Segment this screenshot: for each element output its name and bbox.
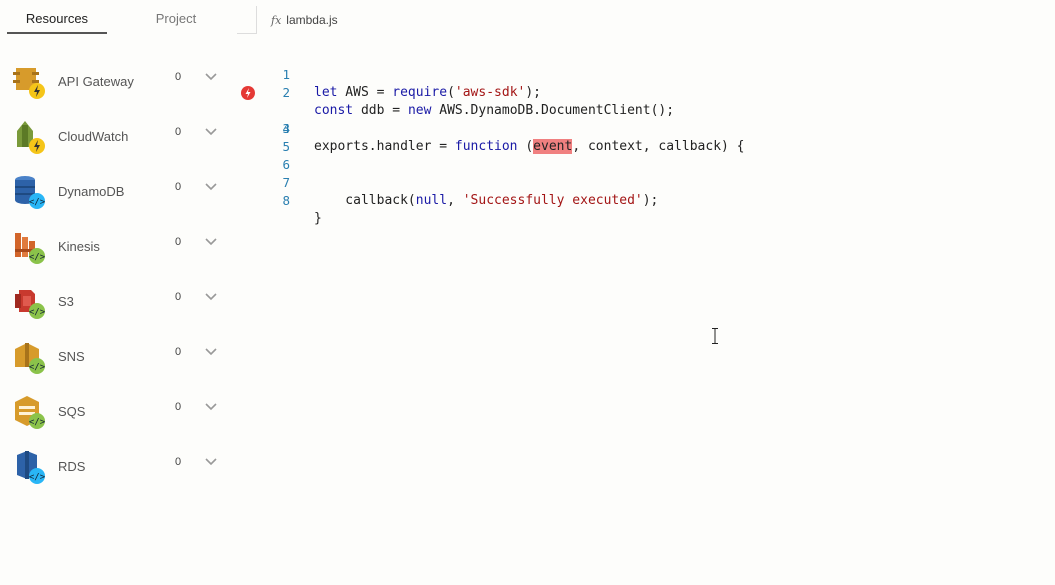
svg-text:</>: </> (29, 308, 46, 318)
code-area[interactable]: 1 let AWS = require('aws-sdk'); 2 const … (241, 48, 1055, 226)
code-text: callback(null, 'Successfully executed'); (314, 193, 659, 208)
dynamodb-icon: </> (15, 176, 46, 209)
resource-label: S3 (58, 294, 74, 309)
tab-divider (237, 33, 256, 34)
svg-text:</>: </> (29, 253, 46, 263)
resource-label: RDS (58, 459, 86, 474)
code-line: 2 const ddb = new AWS.DynamoDB.DocumentC… (256, 66, 1055, 118)
resource-item-rds[interactable]: </> RDS 0 (0, 439, 237, 494)
resource-item-sqs[interactable]: </> SQS 0 (0, 384, 237, 439)
tab-resources[interactable]: Resources (7, 0, 107, 34)
lightning-error-icon[interactable] (241, 86, 255, 100)
code-text: } (314, 211, 322, 226)
svg-text:</>: </> (29, 418, 46, 428)
code-line: 8 } (256, 174, 1055, 226)
resource-item-dynamodb[interactable]: </> DynamoDB 0 (0, 164, 237, 219)
code-line: 4 (256, 102, 1055, 136)
resource-item-api-gateway[interactable]: API Gateway 0 (0, 54, 237, 109)
tab-project[interactable]: Project (126, 0, 226, 34)
resource-count: 0 (175, 346, 182, 358)
code-editor[interactable]: fx lambda.js 1 let AWS = require('aws-sdk… (241, 0, 1055, 585)
editor-tab-lambda[interactable]: fx lambda.js (256, 6, 352, 34)
resource-label: SNS (58, 349, 85, 364)
chevron-down-icon[interactable] (204, 347, 218, 357)
s3-icon: </> (15, 290, 46, 319)
rds-icon: </> (17, 451, 46, 484)
chevron-down-icon[interactable] (204, 182, 218, 192)
code-line: 5 (256, 120, 1055, 154)
resource-count: 0 (175, 456, 182, 468)
sqs-icon: </> (15, 396, 46, 429)
resource-count: 0 (175, 236, 182, 248)
resource-count: 0 (175, 71, 182, 83)
resource-item-sns[interactable]: </> SNS 0 (0, 329, 237, 384)
code-line: 6 (256, 138, 1055, 172)
resource-count: 0 (175, 401, 182, 413)
resource-count: 0 (175, 291, 182, 303)
resource-list: API Gateway 0 CloudWatch 0 </> DynamoDB … (0, 54, 237, 494)
resource-item-kinesis[interactable]: </> Kinesis 0 (0, 219, 237, 274)
resource-label: SQS (58, 404, 86, 419)
sns-icon: </> (15, 343, 46, 374)
chevron-down-icon[interactable] (204, 127, 218, 137)
line-number: 8 (282, 193, 290, 208)
resource-label: Kinesis (58, 239, 100, 254)
code-line: 3 exports.handler = function (event, con… (241, 84, 1055, 154)
svg-text:</>: </> (29, 198, 46, 208)
code-line: 1 let AWS = require('aws-sdk'); (256, 48, 1055, 100)
resource-item-s3[interactable]: </> S3 0 (0, 274, 237, 329)
resource-label: DynamoDB (58, 184, 125, 199)
code-line: 7 callback(null, 'Successfully executed'… (256, 156, 1055, 208)
chevron-down-icon[interactable] (204, 72, 218, 82)
resource-label: CloudWatch (58, 129, 129, 144)
editor-tab-label: lambda.js (286, 13, 338, 27)
chevron-down-icon[interactable] (204, 402, 218, 412)
cloudwatch-icon (17, 121, 45, 154)
chevron-down-icon[interactable] (204, 237, 218, 247)
sidebar: Resources Project API Gateway 0 CloudWat… (0, 0, 237, 585)
sidebar-tabs: Resources Project (0, 0, 237, 34)
resource-item-cloudwatch[interactable]: CloudWatch 0 (0, 109, 237, 164)
resource-count: 0 (175, 181, 182, 193)
resource-label: API Gateway (58, 74, 134, 89)
api-gateway-icon (13, 68, 45, 99)
resource-count: 0 (175, 126, 182, 138)
function-icon: fx (271, 14, 282, 27)
svg-text:</>: </> (29, 473, 46, 483)
kinesis-icon: </> (15, 233, 46, 264)
text-cursor-icon (712, 328, 718, 344)
chevron-down-icon[interactable] (204, 457, 218, 467)
chevron-down-icon[interactable] (204, 292, 218, 302)
svg-text:</>: </> (29, 363, 46, 373)
